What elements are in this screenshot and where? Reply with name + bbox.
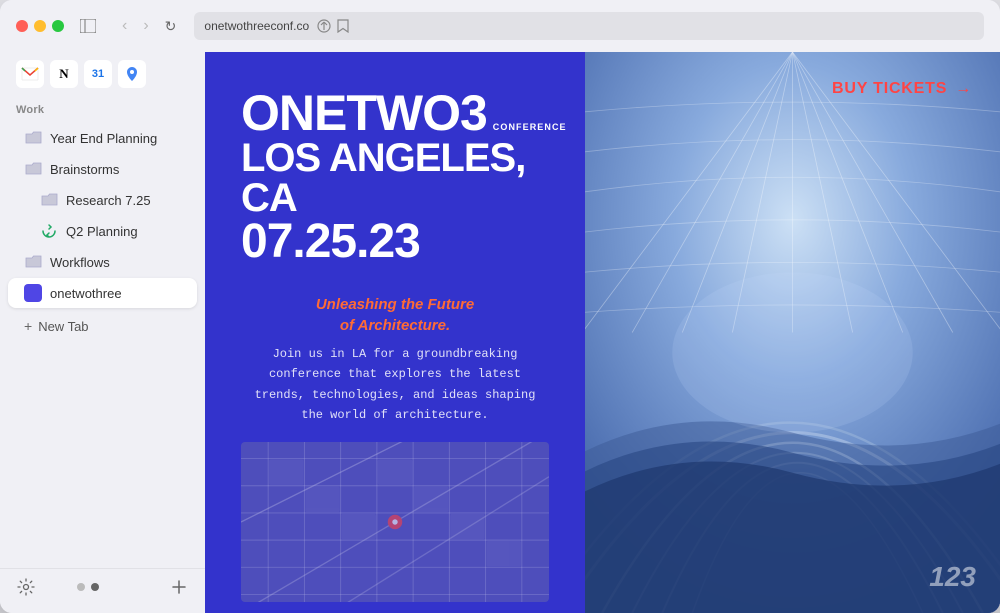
address-icons [317,19,349,33]
conference-label-small: CONFERENCE [493,122,567,134]
web-content: ONETWO3 CONFERENCE LOS ANGELES, CA 07.25… [205,52,1000,613]
forward-button[interactable]: › [137,13,154,39]
new-tab-button[interactable]: + New Tab [8,312,105,340]
new-tab-label: New Tab [38,319,88,334]
conference-title-block: ONETWO3 CONFERENCE LOS ANGELES, CA 07.25… [241,88,549,266]
research-label: Research 7.25 [66,193,151,208]
title-la: LOS ANGELES, CA [241,138,549,218]
back-button[interactable]: ‹ [116,13,133,39]
section-label: Work [0,100,205,122]
brainstorms-label: Brainstorms [50,162,119,177]
maximize-button[interactable] [52,20,64,32]
sidebar-item-year-end-planning[interactable]: Year End Planning [8,123,197,153]
title-bar: ‹ › ↻ onetwothreeconf.co [0,0,1000,52]
add-icon[interactable] [169,577,189,597]
settings-icon[interactable] [16,577,36,597]
plus-icon: + [24,318,32,334]
conference-right-panel: BUY TICKETS → [585,52,1000,613]
folder-icon-brainstorms [24,160,42,178]
share-icon [317,19,331,33]
url-text: onetwothreeconf.co [204,19,309,33]
conference-main-title: ONETWO3 [241,88,487,138]
year-end-planning-label: Year End Planning [50,131,157,146]
active-tab-dot [24,284,42,302]
app-icons-row: N 31 [0,52,205,100]
sidebar-item-research[interactable]: Research 7.25 [8,185,197,215]
q2-planning-label: Q2 Planning [66,224,138,239]
folder-icon-workflows [24,253,42,271]
bookmark-icon [337,19,349,33]
sidebar-item-brainstorms[interactable]: Brainstorms [8,154,197,184]
folder-icon [24,129,42,147]
dot-2 [91,583,99,591]
sidebar-bottom [0,568,205,605]
dot-1 [77,583,85,591]
sidebar: N 31 Work [0,52,205,613]
address-bar[interactable]: onetwothreeconf.co [194,12,984,40]
sync-icon-q2 [40,222,58,240]
calendar-icon[interactable]: 31 [84,60,112,88]
window-sidebar-icon[interactable] [80,18,96,34]
folder-icon-research [40,191,58,209]
onetwothree-label: onetwothree [50,286,122,301]
buy-tickets-label: BUY TICKETS [832,80,947,98]
refresh-button[interactable]: ↻ [159,13,183,39]
pagination-dots [77,583,99,591]
buy-tickets-arrow: → [955,80,972,98]
conference-tagline: Unleashing the Future of Architecture. [241,294,549,336]
title-date: 07.25.23 [241,218,549,266]
conference-map [241,442,549,602]
browser-window: ‹ › ↻ onetwothreeconf.co [0,0,1000,613]
sidebar-nav: Year End Planning Brainstorms [0,122,205,564]
traffic-lights [16,20,64,32]
conference-description: Join us in LA for a groundbreaking confe… [241,344,549,426]
sidebar-item-workflows[interactable]: Workflows [8,247,197,277]
notion-icon[interactable]: N [50,60,78,88]
watermark-123: 123 [929,561,976,593]
nav-buttons: ‹ › ↻ [116,13,182,39]
close-button[interactable] [16,20,28,32]
gmail-icon[interactable] [16,60,44,88]
conference-left-panel: ONETWO3 CONFERENCE LOS ANGELES, CA 07.25… [205,52,585,613]
buy-tickets-button[interactable]: BUY TICKETS → [832,80,972,98]
workflows-label: Workflows [50,255,110,270]
sidebar-item-onetwothree[interactable]: onetwothree [8,278,197,308]
title-onetwo3: ONETWO3 [241,85,487,141]
minimize-button[interactable] [34,20,46,32]
main-area: N 31 Work [0,52,1000,613]
maps-icon[interactable] [118,60,146,88]
sidebar-item-q2-planning[interactable]: Q2 Planning [8,216,197,246]
conference-page: ONETWO3 CONFERENCE LOS ANGELES, CA 07.25… [205,52,1000,613]
